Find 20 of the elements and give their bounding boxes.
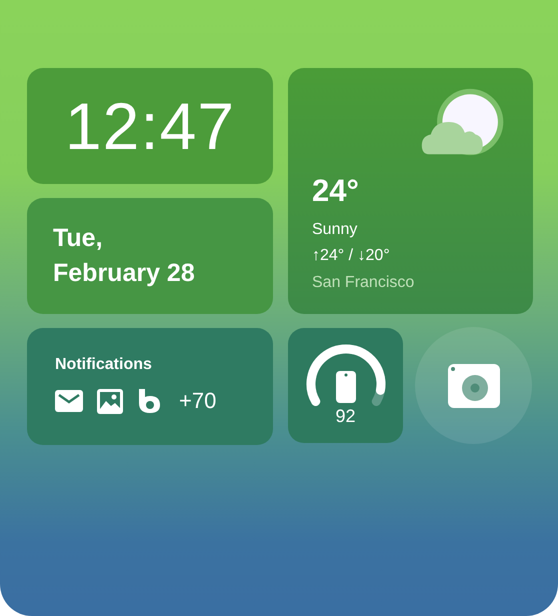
notifications-title: Notifications (55, 356, 153, 374)
clock-time: 12:47 (64, 88, 236, 164)
temperature: 24° (312, 173, 360, 209)
clock-widget[interactable]: 12:47 (27, 68, 273, 184)
mail-icon (55, 390, 83, 412)
date-widget[interactable]: Tue, February 28 (27, 198, 273, 314)
weather-condition: Sunny (312, 221, 358, 239)
app-icon (137, 388, 161, 414)
weekday: Tue, (53, 223, 104, 254)
phone-icon (336, 371, 356, 403)
image-icon (97, 388, 123, 414)
notifications-widget[interactable]: Notifications +70 (27, 328, 273, 445)
city-name: San Francisco (312, 274, 416, 292)
temperature-range: ↑24° / ↓20° (312, 247, 391, 265)
notification-count: +70 (179, 388, 216, 414)
battery-widget[interactable]: 92 (288, 328, 403, 443)
camera-icon (448, 364, 500, 408)
date-text: February 28 (53, 258, 196, 289)
battery-percentage: 92 (335, 406, 356, 427)
weather-widget[interactable]: 24° Sunny ↑24° / ↓20° San Francisco (288, 68, 533, 314)
